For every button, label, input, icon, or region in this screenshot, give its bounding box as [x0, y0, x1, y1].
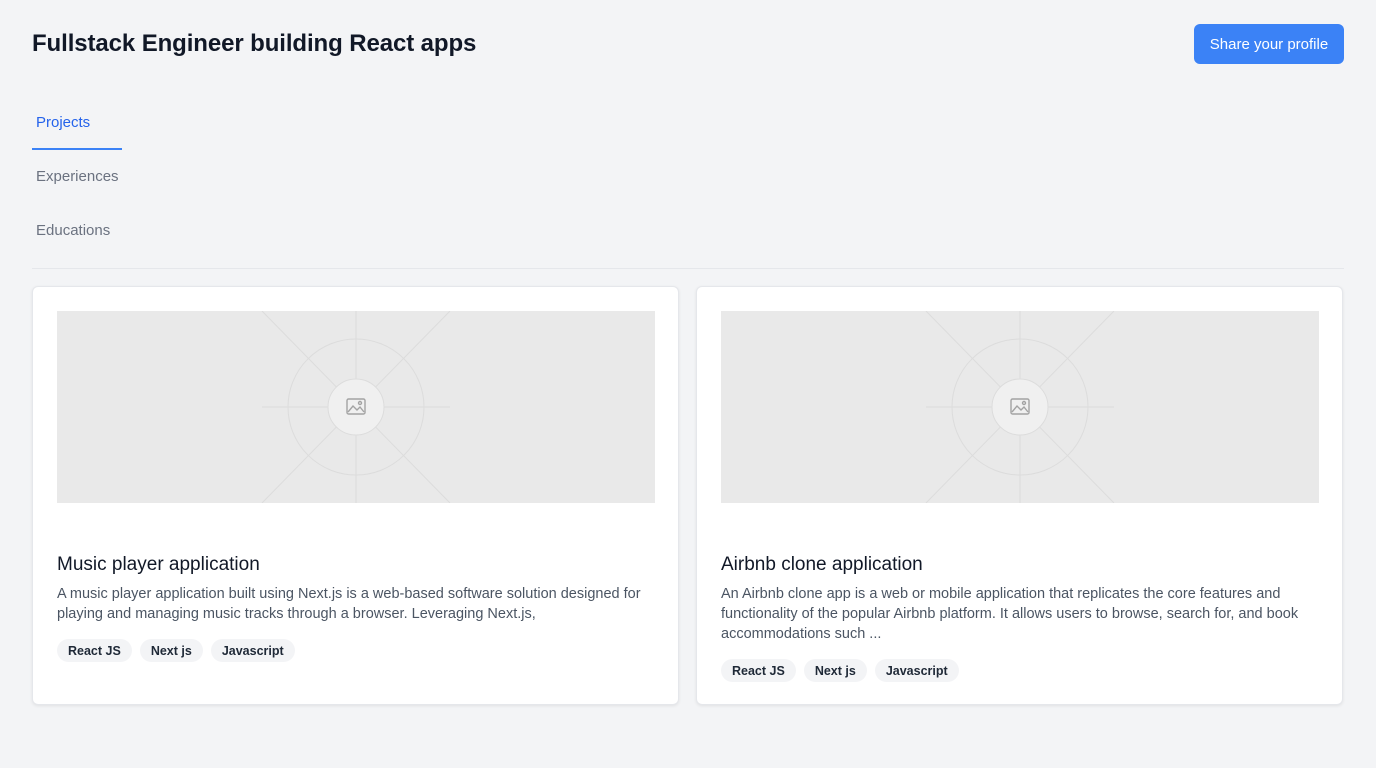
tag-javascript: Javascript — [210, 639, 295, 662]
project-thumbnail — [721, 311, 1319, 503]
project-title: Airbnb clone application — [721, 554, 923, 575]
project-card-airbnb-clone[interactable]: Airbnb clone application An Airbnb clone… — [696, 286, 1343, 705]
tag-next-js: Next js — [803, 659, 867, 682]
project-title: Music player application — [57, 554, 260, 575]
tab-experiences[interactable]: Experiences — [32, 150, 122, 204]
project-description: An Airbnb clone app is a web or mobile a… — [721, 586, 1299, 642]
share-profile-button[interactable]: Share your profile — [1194, 24, 1344, 64]
project-thumbnail — [57, 311, 655, 503]
tag-javascript: Javascript — [874, 659, 959, 682]
project-card-music-player[interactable]: Music player application A music player … — [32, 286, 679, 705]
header: Fullstack Engineer building React apps S… — [32, 0, 1344, 88]
tag-react-js: React JS — [721, 659, 796, 682]
image-placeholder-graphic — [925, 311, 1115, 503]
tab-projects[interactable]: Projects — [32, 96, 122, 150]
tag-list: React JS Next js Javascript — [57, 639, 654, 662]
tag-next-js: Next js — [139, 639, 203, 662]
tab-list: Projects Experiences Educations — [32, 96, 1344, 269]
project-list: Music player application A music player … — [32, 286, 1344, 705]
project-description: A music player application built using N… — [57, 586, 641, 622]
page-title: Fullstack Engineer building React apps — [32, 30, 477, 57]
profile-page: Fullstack Engineer building React apps S… — [0, 0, 1376, 768]
tag-list: React JS Next js Javascript — [721, 659, 1318, 682]
tag-react-js: React JS — [57, 639, 132, 662]
image-placeholder-graphic — [261, 311, 451, 503]
tab-educations[interactable]: Educations — [32, 204, 122, 258]
